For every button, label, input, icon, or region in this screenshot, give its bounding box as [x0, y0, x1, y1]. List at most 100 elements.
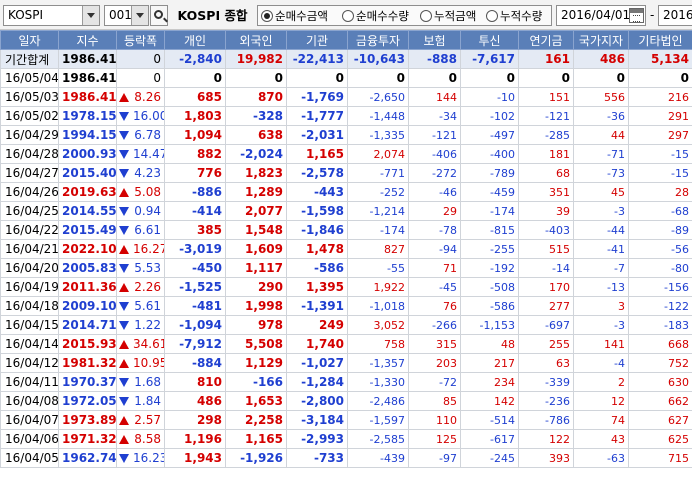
date-cell: 16/04/25 — [0, 201, 59, 221]
column-header[interactable]: 등락폭 — [116, 30, 165, 50]
pension-cell: 351 — [518, 182, 574, 202]
table-row[interactable]: 16/04/29 1994.15 6.78 1,094 638 -2,031 -1,335-… — [0, 125, 692, 145]
institution-cell: -1,769 — [286, 87, 348, 107]
table-row[interactable]: 16/04/12 1981.32 10.95 -884 1,129 -1,027 -1,35… — [0, 353, 692, 373]
column-header[interactable]: 보험 — [408, 30, 461, 50]
table-row[interactable]: 16/04/18 2009.10 5.61 -481 1,998 -1,391 -1,018… — [0, 296, 692, 316]
trust-cell: 217 — [460, 353, 519, 373]
change-value: 2.26 — [134, 280, 161, 294]
fin-invest-cell: -1,597 — [347, 410, 409, 430]
individual-cell: 685 — [164, 87, 226, 107]
triangle-down-icon — [119, 264, 129, 273]
foreign-cell: -328 — [225, 106, 287, 126]
index-cell: 1986.41 — [58, 87, 117, 107]
fin-invest-cell: -55 — [347, 258, 409, 278]
foreign-cell: 1,117 — [225, 258, 287, 278]
table-row[interactable]: 16/04/25 2014.55 0.94 -414 2,077 -1,598 -1,214… — [0, 201, 692, 221]
market-select[interactable]: KOSPI — [3, 5, 100, 26]
table-row[interactable]: 16/04/07 1973.89 2.57 298 2,258 -3,184 -1,597 1… — [0, 410, 692, 430]
other-corp-cell: 216 — [628, 87, 692, 107]
date-cell: 16/04/20 — [0, 258, 59, 278]
column-header[interactable]: 지수 — [58, 30, 117, 50]
change-cell: 8.58 — [116, 429, 165, 449]
individual-cell: -886 — [164, 182, 226, 202]
radio-cum-amount[interactable]: 누적금액 — [420, 6, 476, 25]
change-cell: 0.94 — [116, 201, 165, 221]
radio-dot — [486, 9, 498, 22]
table-row[interactable]: 16/05/03 1986.41 8.26 685 870 -1,769 -2,650 144… — [0, 87, 692, 107]
change-cell: 0 — [116, 49, 165, 69]
table-row[interactable]: 16/04/28 2000.93 14.47 882 -2,024 1,165 2,074-… — [0, 144, 692, 164]
pension-cell: 39 — [518, 201, 574, 221]
trust-cell: -245 — [460, 448, 519, 468]
table-row[interactable]: 16/04/14 2015.93 34.61 -7,912 5,508 1,740 758 3… — [0, 334, 692, 354]
column-header[interactable]: 투신 — [460, 30, 519, 50]
table-body: 기간합계 1986.41 0 -2,840 19,982 -22,413 -10,643 -8… — [0, 49, 692, 468]
table-row[interactable]: 16/05/04 1986.41 0 0 0 0 0 0 0 0 0 0 — [0, 68, 692, 88]
table-row[interactable]: 16/04/15 2014.71 1.22 -1,094 978 249 3,052 -266… — [0, 315, 692, 335]
end-date-input[interactable]: 2016/ — [658, 5, 692, 26]
chevron-down-icon[interactable] — [82, 6, 99, 25]
table-row[interactable]: 16/05/02 1978.15 16.00 1,803 -328 -1,777 -1,44… — [0, 106, 692, 126]
table-row[interactable]: 16/04/27 2015.40 4.23 776 1,823 -2,578 -771 -27… — [0, 163, 692, 183]
column-header[interactable]: 금융투자 — [347, 30, 409, 50]
code-select[interactable]: 001 — [104, 5, 149, 26]
date-cell: 16/04/19 — [0, 277, 59, 297]
table-row[interactable]: 16/04/26 2019.63 5.08 -886 1,289 -443 -252 -46-… — [0, 182, 692, 202]
table-row[interactable]: 16/04/11 1970.37 1.68 810 -166 -1,284 -1,330 -7… — [0, 372, 692, 392]
date-cell: 16/05/02 — [0, 106, 59, 126]
institution-cell: 1,395 — [286, 277, 348, 297]
date-cell: 16/04/21 — [0, 239, 59, 259]
pension-cell: -403 — [518, 220, 574, 240]
chevron-down-icon[interactable] — [131, 6, 148, 25]
pension-cell: 393 — [518, 448, 574, 468]
radio-label: 누적금액 — [434, 8, 477, 23]
column-header[interactable]: 개인 — [164, 30, 226, 50]
column-header[interactable]: 외국인 — [225, 30, 287, 50]
table-row[interactable]: 16/04/22 2015.49 6.61 385 1,548 -1,846 -174 -78… — [0, 220, 692, 240]
govt-cell: -3 — [573, 315, 629, 335]
change-cell: 0 — [116, 68, 165, 88]
column-header[interactable]: 기관 — [286, 30, 348, 50]
radio-net-buy-qty[interactable]: 순매수수량 — [342, 6, 409, 25]
govt-cell: 12 — [573, 391, 629, 411]
table-row[interactable]: 16/04/06 1971.32 8.58 1,196 1,165 -2,993 -2,58… — [0, 429, 692, 449]
summary-row[interactable]: 기간합계 1986.41 0 -2,840 19,982 -22,413 -10,643 -8… — [0, 49, 692, 69]
trust-cell: -174 — [460, 201, 519, 221]
govt-cell: -13 — [573, 277, 629, 297]
govt-cell: 3 — [573, 296, 629, 316]
column-header[interactable]: 연기금 — [518, 30, 574, 50]
institution-cell: -443 — [286, 182, 348, 202]
start-date-input[interactable]: 2016/04/01 — [556, 5, 646, 26]
other-corp-cell: 752 — [628, 353, 692, 373]
column-header[interactable]: 국가지자 — [573, 30, 629, 50]
table-row[interactable]: 16/04/20 2005.83 5.53 -450 1,117 -586 -55 71 -19… — [0, 258, 692, 278]
trust-cell: -586 — [460, 296, 519, 316]
govt-cell: -41 — [573, 239, 629, 259]
insurance-cell: 85 — [408, 391, 461, 411]
change-value: 6.78 — [134, 128, 161, 142]
index-cell: 2022.10 — [58, 239, 117, 259]
govt-cell: 0 — [573, 68, 629, 88]
column-header[interactable]: 기타법인 — [628, 30, 692, 50]
insurance-cell: 203 — [408, 353, 461, 373]
table-row[interactable]: 16/04/08 1972.05 1.84 486 1,653 -2,800 -2,486 8… — [0, 391, 692, 411]
radio-cum-qty[interactable]: 누적수량 — [486, 6, 542, 25]
radio-dot — [420, 9, 432, 22]
foreign-cell: 1,998 — [225, 296, 287, 316]
radio-net-buy-amount[interactable]: 순매수금액 — [261, 6, 328, 25]
calendar-icon[interactable] — [629, 8, 644, 23]
column-header[interactable]: 일자 — [0, 30, 59, 50]
index-cell: 1981.32 — [58, 353, 117, 373]
end-date-value: 2016/ — [663, 8, 692, 22]
date-cell: 16/04/15 — [0, 315, 59, 335]
table-row[interactable]: 16/04/05 1962.74 16.23 1,943 -1,926 -733 -439-… — [0, 448, 692, 468]
table-row[interactable]: 16/04/21 2022.10 16.27 -3,019 1,609 1,478 827-… — [0, 239, 692, 259]
fin-invest-cell: 0 — [347, 68, 409, 88]
insurance-cell: -46 — [408, 182, 461, 202]
start-date-value: 2016/04/01 — [561, 8, 631, 22]
change-cell: 5.08 — [116, 182, 165, 202]
search-button[interactable] — [150, 5, 168, 26]
trust-cell: -815 — [460, 220, 519, 240]
table-row[interactable]: 16/04/19 2011.36 2.26 -1,525 290 1,395 1,922 -4… — [0, 277, 692, 297]
